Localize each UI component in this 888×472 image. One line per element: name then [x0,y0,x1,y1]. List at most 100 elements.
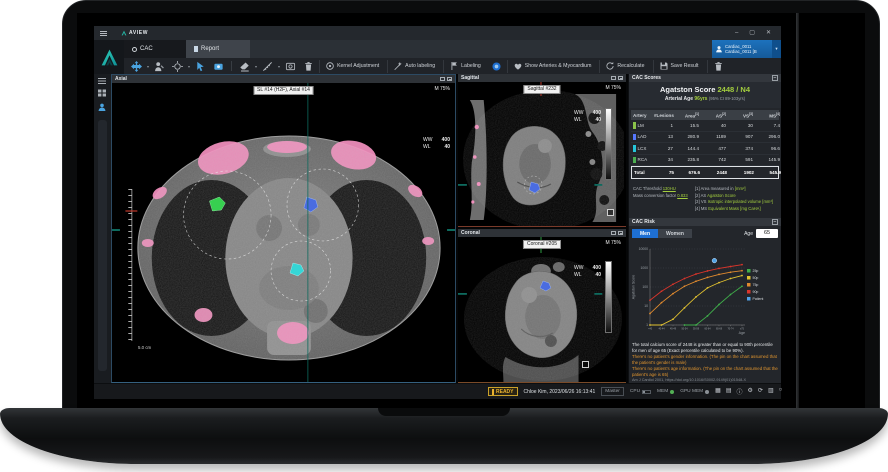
marker-tool-button[interactable] [211,60,226,73]
expand-view-icon[interactable] [447,77,452,82]
table-row: LCX27144.447737496.6 [631,143,779,155]
sync-icon[interactable]: ⟳ [758,387,763,396]
cac-tab-icon [132,47,137,52]
measure-tool-caret-icon[interactable]: ▾ [278,64,280,69]
cac-risk-chart: 110100100010000<4040-4445-4950-5455-5960… [629,241,782,341]
axial-image[interactable]: SL #14 (H2F), Axial #14 M 75% WW400 WL40… [112,83,455,382]
svg-text:Agatston Score: Agatston Score [632,275,636,300]
table-row: LAD13280.91189907296.0 [631,132,779,144]
age-input[interactable]: 65 [756,229,778,238]
table-row: RCA34235.8742591145.9 [631,155,779,167]
capture-tool-button[interactable] [283,60,298,73]
patient-tab[interactable]: Cardiac_0011 Cardiac_0011 [B ▾ [712,40,781,58]
auto-labeling-button[interactable]: Auto labeling [387,60,440,73]
viewport-axial[interactable]: Axial [111,74,456,383]
select-tool-button[interactable] [193,60,208,73]
laptop-screen: AVIEW – ▢ ✕ CAC Repo [77,13,865,409]
pan-tool-caret-icon[interactable]: ▾ [147,64,149,69]
cac-risk-title: CAC Risk [632,219,655,225]
patient-list-icon[interactable] [97,103,107,111]
measure-tool-button[interactable] [260,60,275,73]
save-result-button[interactable]: Save Result [653,60,704,73]
gpu-mem-indicator: GPU MEM [680,389,709,394]
document-icon[interactable]: ▤ [726,387,732,396]
tab-report[interactable]: Report [186,40,250,58]
toolbar: ▾ ▾ ▾ ▾ Kernel Adjustment [124,58,781,74]
eraser-tool-caret-icon[interactable]: ▾ [255,64,257,69]
delete-tool-button[interactable] [301,60,316,73]
collapse-icon[interactable]: − [772,219,778,225]
tab-women[interactable]: Women [658,229,692,238]
show-arteries-button[interactable]: Show Arteries & Myocardium [507,60,597,73]
pan-tool-button[interactable] [129,60,144,73]
clear-all-button[interactable] [707,60,729,73]
eraser-tool-button[interactable] [237,60,252,73]
gender-segmented-control: Men Women [632,229,692,238]
viewport-coronal[interactable]: Coronal [458,229,626,383]
cac-score-table: Artery#LesionsArea[1]AS[2]VS[3]MS[4]LM11… [631,110,779,179]
table-row: LM115.540307.4 [631,120,779,132]
close-button[interactable]: ✕ [766,27,771,39]
aview-logo-icon [121,30,127,36]
copy-view-icon[interactable] [440,77,445,82]
sagittal-magnification: M 75% [605,85,621,91]
collapsed-series-panel[interactable] [98,120,107,371]
power-icon[interactable]: ○ [779,387,783,396]
display-icon[interactable]: ▦ [715,387,721,396]
agatston-score-value: 2448 / N4 [718,85,751,94]
cac-risk-header: CAC Risk − [629,218,781,226]
viewport-sagittal[interactable]: Sagittal [458,74,626,227]
chart-icon[interactable]: ▥ [768,387,774,396]
footnote: CAC Threshold 130HU [633,186,695,193]
tab-men[interactable]: Men [632,229,658,238]
app-wordmark: AVIEW [121,30,148,36]
copy-view-icon[interactable] [611,76,616,81]
footnote: Mass conversion factor 0.833 [633,193,695,200]
sagittal-image[interactable]: Sagittal #232 M 75% WW400 WL40 [458,82,626,226]
list-view-icon[interactable] [97,77,107,85]
refresh-icon [605,61,615,71]
mem-indicator: MEM [657,389,674,394]
arterial-age-value: 96yrs [694,96,707,102]
toggle-overlay-button[interactable] [489,60,504,73]
copy-view-icon[interactable] [611,231,616,236]
crosshair-tool-caret-icon[interactable]: ▾ [188,64,190,69]
user-timestamp: Chloe Kim, 2023/06/26 16:13:41 [524,389,596,395]
cac-scores-header: CAC Scores − [629,74,781,82]
tab-row: CAC Report Cardiac_0011 Cardiac_0011 [B [94,40,781,58]
arterial-age-ci: (95% CI 89-103yrs) [709,96,745,101]
patient-pin [712,258,717,263]
kernel-icon [325,61,335,71]
laptop-mockup: AVIEW – ▢ ✕ CAC Repo [0,0,888,472]
expand-view-icon[interactable] [618,76,623,81]
svg-text:70-74: 70-74 [727,328,734,331]
risk-note: There's no patient's gender information.… [632,354,779,365]
risk-controls: Men Women Age 65 [629,228,781,239]
annotate-user-tool-button[interactable] [152,60,167,73]
table-total-row: Total75676.624481902545.9 [631,166,779,179]
maximize-button[interactable]: ▢ [749,27,755,39]
settings-icon[interactable]: ⚙ [748,387,753,396]
labeling-button[interactable]: Labeling [443,60,486,73]
table-footnotes: CAC Threshold 130HUMass conversion facto… [633,186,779,212]
recalculate-button[interactable]: Recalculate [599,60,649,73]
kernel-adjustment-button[interactable]: Kernel Adjustment [319,60,384,73]
info-icon[interactable]: ⓘ [737,387,743,396]
svg-text:<40: <40 [648,328,653,331]
risk-note: There's no patient's age information. (T… [632,366,779,377]
minimize-button[interactable]: – [735,27,738,39]
expand-view-icon[interactable] [618,231,623,236]
tab-cac[interactable]: CAC [124,40,186,58]
grid-view-icon[interactable] [97,89,107,97]
crosshair-tool-button[interactable] [170,60,185,73]
menu-icon[interactable] [100,31,107,36]
cpu-indicator: CPU [630,389,651,394]
grayscale-colorbar[interactable] [605,108,612,180]
grayscale-colorbar[interactable] [605,261,612,333]
coronal-image[interactable]: Coronal #205 M 75% WW400 WL40 [458,237,626,382]
collapse-icon[interactable]: − [772,75,778,81]
axial-header: Axial [112,75,455,83]
patient-tab-caret-icon[interactable]: ▾ [772,40,781,58]
coronal-title: Coronal [461,230,480,236]
footnote: [2] AS Agatston Score [695,193,779,200]
